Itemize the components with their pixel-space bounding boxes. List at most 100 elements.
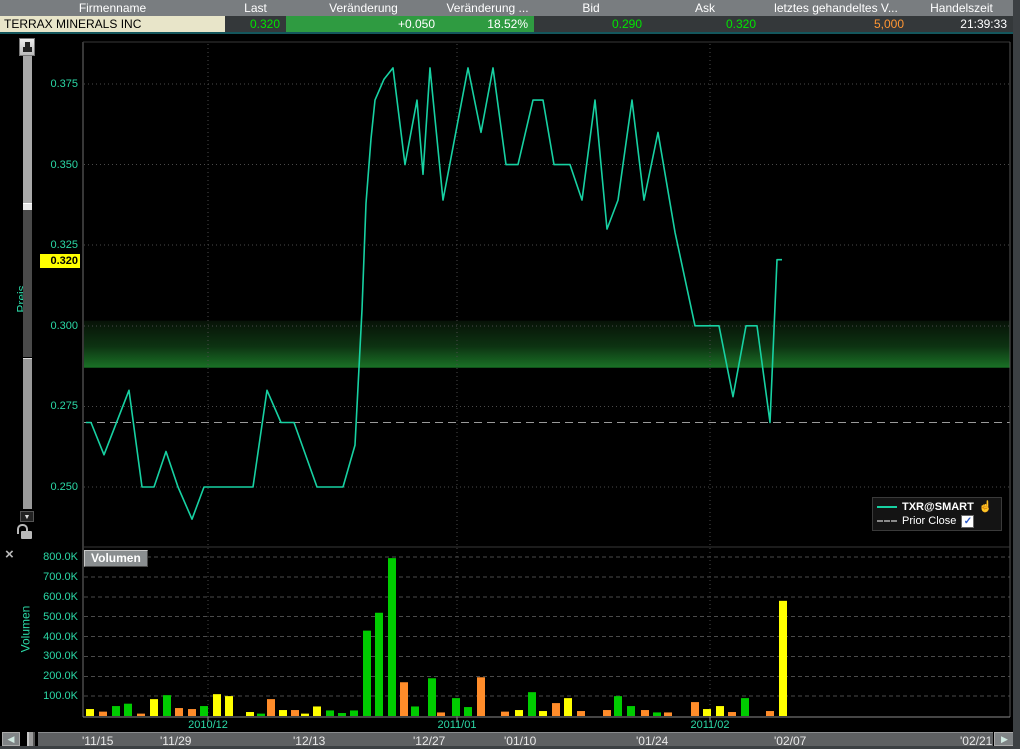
- volume-tick-label: 600.0K: [0, 590, 78, 604]
- volume-bar: [539, 711, 547, 716]
- prior-close-label: Prior Close: [902, 515, 956, 527]
- zoom-slider-track-lower[interactable]: [23, 358, 32, 509]
- series-label[interactable]: TXR@SMART: [902, 501, 974, 513]
- quote-header-1[interactable]: Last: [225, 0, 286, 16]
- volume-bar: [267, 699, 275, 716]
- unlock-icon[interactable]: [21, 531, 32, 539]
- volume-bar: [728, 712, 736, 716]
- volume-bar: [641, 710, 649, 716]
- price-tick-label: 0.325: [0, 238, 78, 252]
- volume-bar: [175, 708, 183, 716]
- volume-bar: [452, 698, 460, 716]
- scrollbar-track[interactable]: '11/15'11/29'12/13'12/27'01/10'01/24'02/…: [38, 732, 993, 746]
- quote-header-3[interactable]: Veränderung ...: [441, 0, 534, 16]
- quote-value-7[interactable]: 21:39:33: [910, 16, 1013, 32]
- volume-bar: [691, 702, 699, 716]
- quote-separator: [0, 32, 1013, 34]
- volume-tick-label: 100.0K: [0, 689, 78, 703]
- quote-value-5[interactable]: 0.320: [648, 16, 762, 32]
- volume-bar: [124, 704, 132, 716]
- volume-bar: [350, 710, 358, 716]
- volume-bar: [703, 709, 711, 716]
- quote-value-0[interactable]: TERRAX MINERALS INC: [0, 16, 225, 32]
- volume-tick-label: 400.0K: [0, 630, 78, 644]
- volume-bar: [411, 706, 419, 716]
- zoom-slider-knob-button[interactable]: [19, 38, 35, 56]
- volume-bar: [388, 558, 396, 716]
- volume-bar: [564, 698, 572, 716]
- price-tick-label: 0.375: [0, 77, 78, 91]
- last-price-axis-chip: 0.320: [40, 254, 80, 268]
- volume-bar: [86, 709, 94, 716]
- volume-bar: [137, 714, 145, 716]
- month-label: 2011/01: [438, 719, 477, 731]
- window-right-border: [1013, 0, 1020, 749]
- volume-bar: [313, 706, 321, 716]
- volume-bar: [225, 696, 233, 716]
- volume-bar: [150, 699, 158, 716]
- quote-value-3[interactable]: 18.52%: [441, 16, 534, 32]
- volume-bar: [257, 714, 265, 716]
- scroll-left-button[interactable]: ◀: [2, 732, 20, 746]
- volume-bar: [528, 692, 536, 716]
- quote-value-1[interactable]: 0.320: [225, 16, 286, 32]
- quote-header-row: FirmennameLastVeränderungVeränderung ...…: [0, 0, 1013, 16]
- quote-header-2[interactable]: Veränderung: [286, 0, 441, 16]
- quote-header-4[interactable]: Bid: [534, 0, 648, 16]
- volume-bar: [779, 601, 787, 716]
- volume-tick-label: 500.0K: [0, 610, 78, 624]
- hand-drag-icon[interactable]: ☝: [979, 502, 993, 513]
- volume-bar: [112, 706, 120, 716]
- quote-value-6[interactable]: 5,000: [762, 16, 910, 32]
- month-label: 2011/02: [691, 719, 730, 731]
- volume-bar: [515, 710, 523, 716]
- prior-close-checkbox[interactable]: ✓: [961, 515, 974, 528]
- zoom-slider-thumb[interactable]: [23, 203, 32, 210]
- chart-plot-area[interactable]: [0, 36, 1020, 749]
- volume-bar: [614, 696, 622, 716]
- volume-bar: [464, 707, 472, 716]
- volume-bar: [338, 713, 346, 716]
- price-tick-label: 0.350: [0, 158, 78, 172]
- prior-close-line-swatch: [877, 520, 897, 522]
- volume-bar: [477, 677, 485, 716]
- volume-bar: [664, 712, 672, 716]
- price-line: [86, 68, 782, 519]
- volume-bar: [363, 631, 371, 716]
- quote-header-5[interactable]: Ask: [648, 0, 762, 16]
- scrollbar-grip[interactable]: [27, 732, 35, 746]
- volume-tick-label: 300.0K: [0, 649, 78, 663]
- volume-pane-title-chip[interactable]: Volumen: [84, 550, 148, 567]
- volume-bar: [552, 703, 560, 716]
- volume-bar: [291, 710, 299, 716]
- volume-bar: [627, 706, 635, 716]
- volume-bar: [501, 712, 509, 716]
- quote-header-7[interactable]: Handelszeit: [910, 0, 1013, 16]
- volume-bar: [653, 712, 661, 716]
- volume-bar: [400, 682, 408, 716]
- volume-bar: [603, 710, 611, 716]
- series-line-swatch: [877, 506, 897, 508]
- quote-value-2[interactable]: +0.050: [286, 16, 441, 32]
- quote-value-4[interactable]: 0.290: [534, 16, 648, 32]
- trading-chart-window: FirmennameLastVeränderungVeränderung ...…: [0, 0, 1020, 749]
- price-tick-label: 0.250: [0, 480, 78, 494]
- volume-bar: [301, 714, 309, 716]
- scroll-right-button[interactable]: ▶: [994, 732, 1015, 746]
- volume-bar: [279, 710, 287, 716]
- volume-bar: [99, 712, 107, 716]
- time-axis-scrollbar[interactable]: ◀ '11/15'11/29'12/13'12/27'01/10'01/24'0…: [0, 731, 1020, 746]
- price-tick-label: 0.275: [0, 399, 78, 413]
- quote-header-0[interactable]: Firmenname: [0, 0, 225, 16]
- volume-tick-label: 700.0K: [0, 570, 78, 584]
- volume-bar: [428, 678, 436, 716]
- zoom-slider-track-upper[interactable]: [23, 56, 32, 203]
- chart-legend: TXR@SMART ☝ Prior Close ✓: [872, 497, 1002, 531]
- volume-bar: [766, 711, 774, 716]
- collapse-pane-button[interactable]: ▼: [20, 511, 34, 522]
- volume-bar: [200, 706, 208, 716]
- month-label: 2010/12: [188, 719, 228, 731]
- zoom-slider-track-mid[interactable]: [23, 210, 32, 357]
- quote-header-6[interactable]: letztes gehandeltes V...: [762, 0, 910, 16]
- volume-bar: [188, 709, 196, 716]
